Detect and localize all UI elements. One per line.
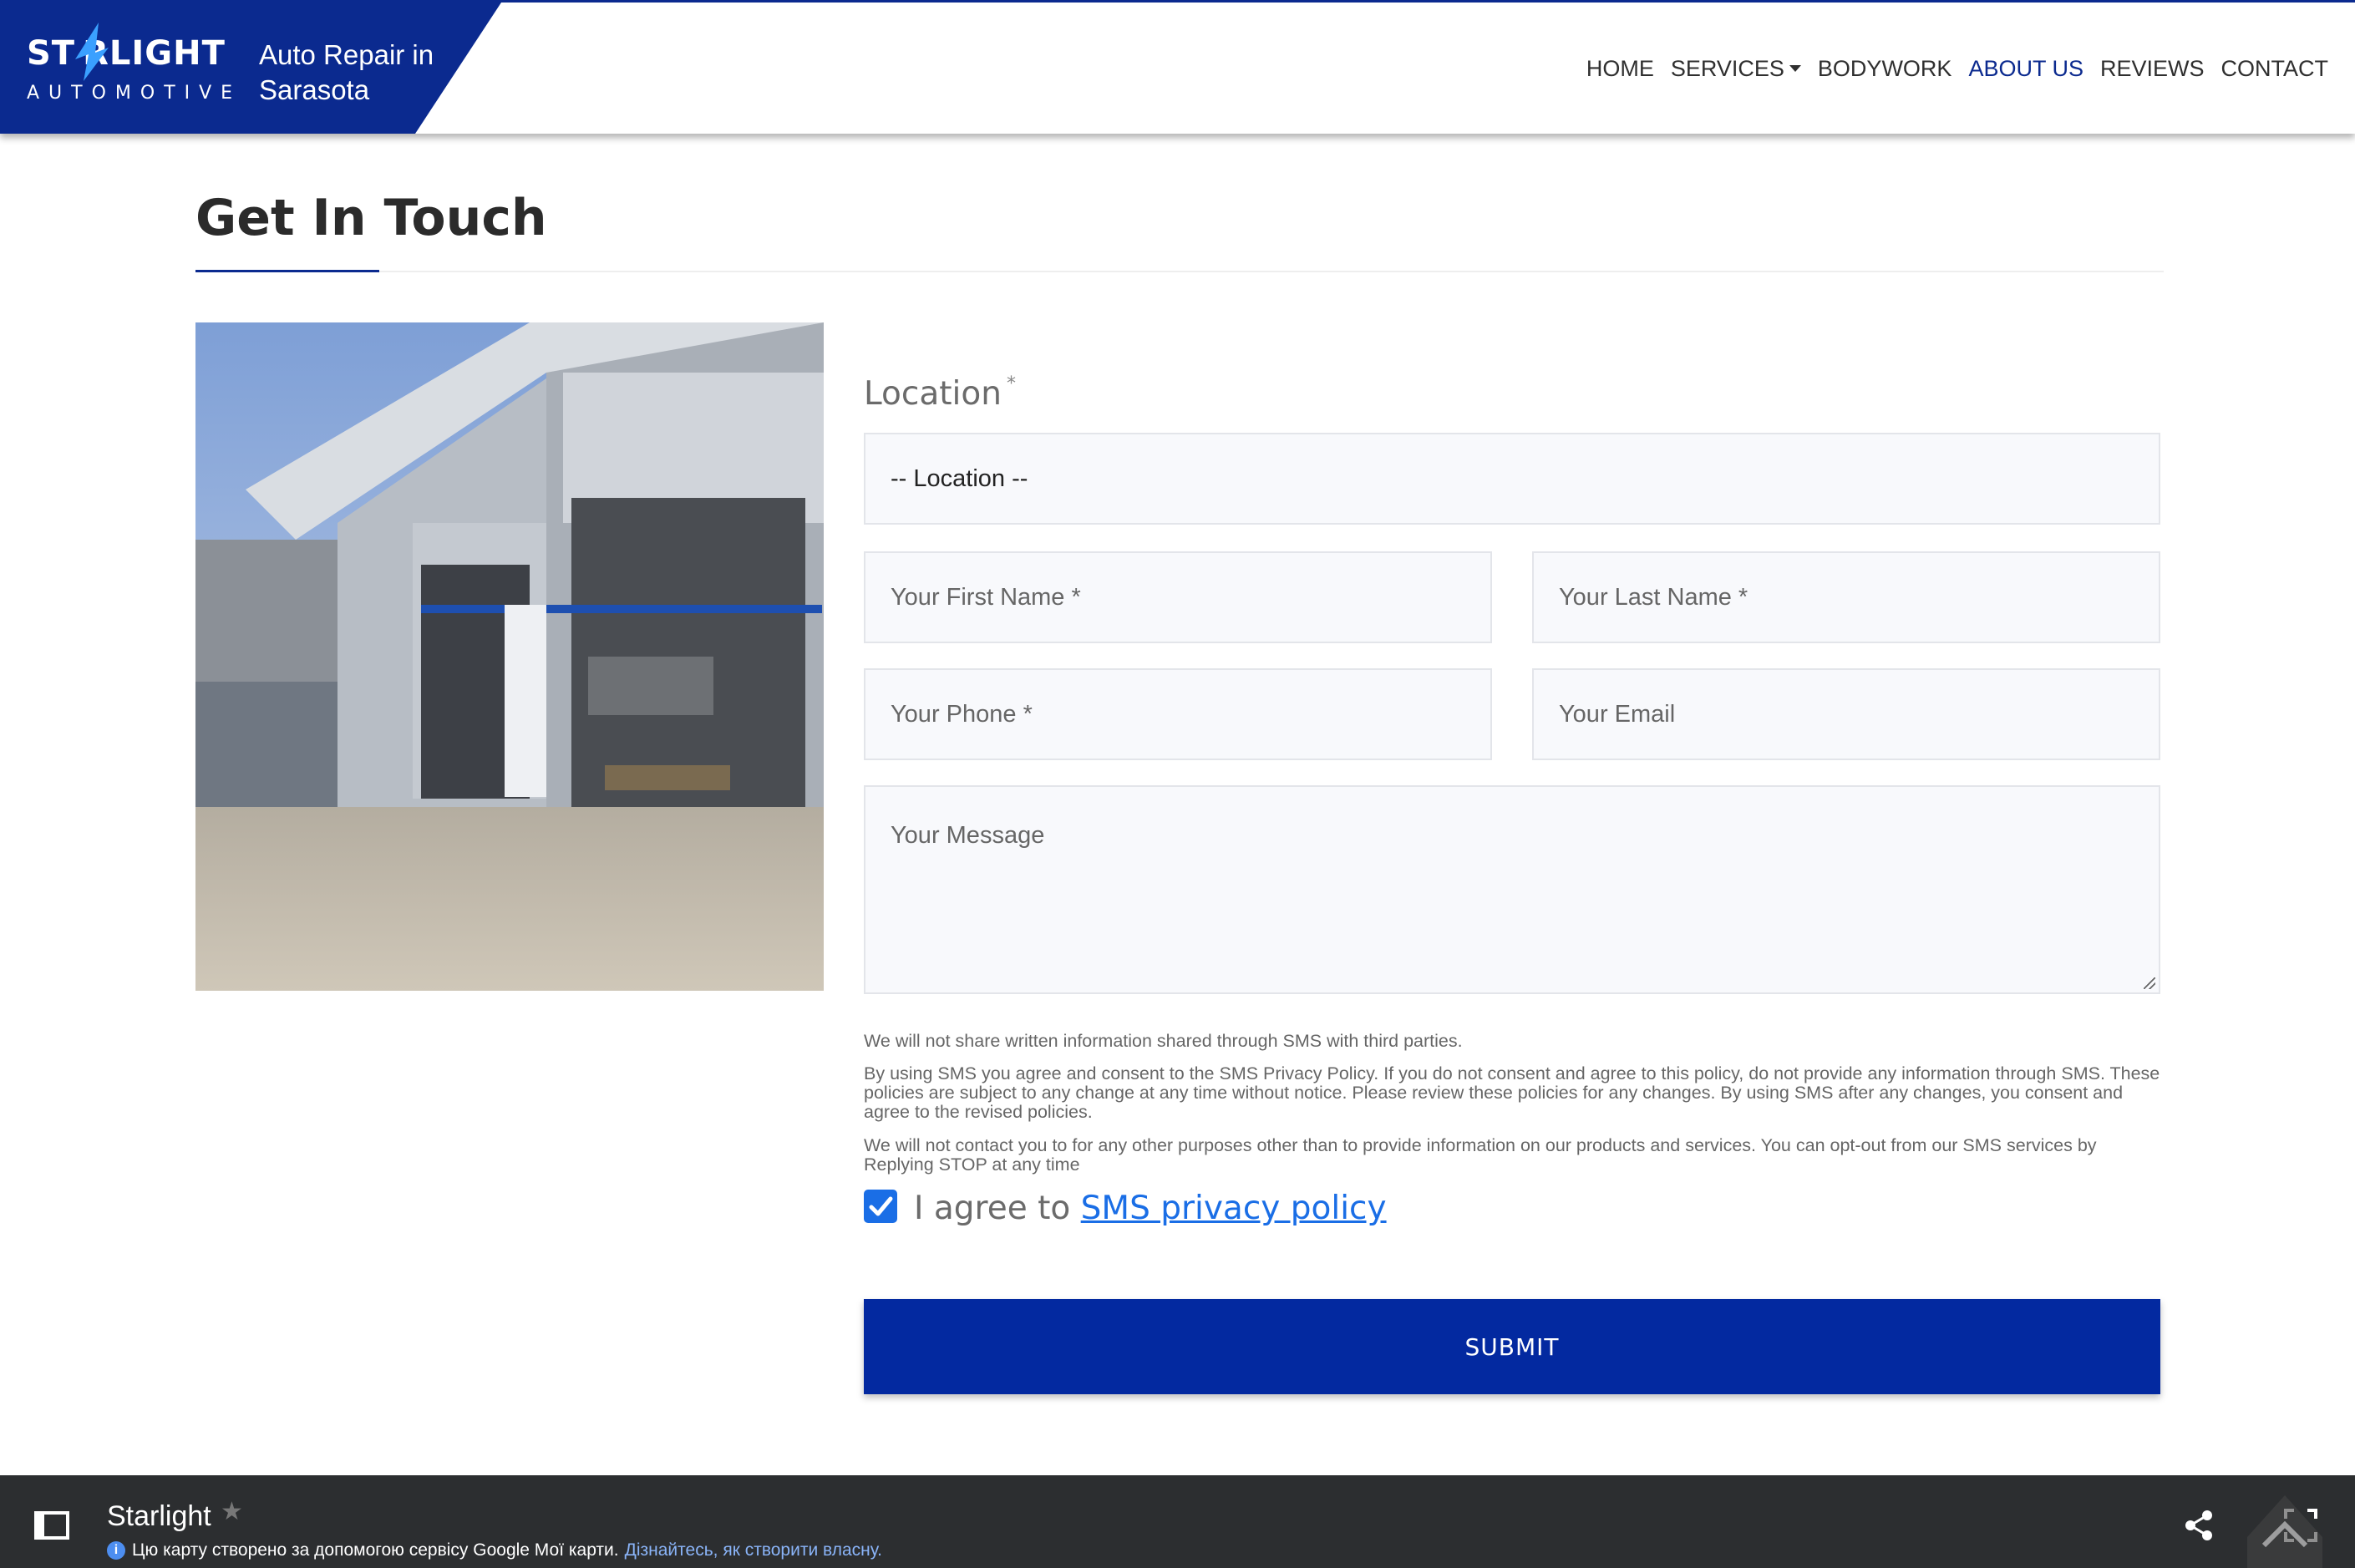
submit-button[interactable]: SUBMIT	[864, 1299, 2160, 1394]
brand-banner[interactable]: ST RLIGHT AUTOMOTIVE Auto Repair in Sara…	[0, 3, 501, 134]
star-icon[interactable]: ★	[221, 1497, 243, 1526]
site-header: ST RLIGHT AUTOMOTIVE Auto Repair in Sara…	[0, 0, 2355, 134]
nav-contact[interactable]: CONTACT	[2221, 56, 2329, 82]
nav-reviews[interactable]: REVIEWS	[2100, 56, 2205, 82]
title-accent-line	[195, 270, 379, 272]
logo-subtitle: AUTOMOTIVE	[27, 83, 242, 104]
sms-privacy-policy-link[interactable]: SMS privacy policy	[1081, 1190, 1387, 1227]
sidebar-toggle-icon[interactable]	[33, 1510, 70, 1540]
map-info-line: i Цю карту створено за допомогою сервісу…	[107, 1540, 882, 1560]
shop-photo	[195, 322, 824, 991]
site-tagline: Auto Repair in Sarasota	[259, 39, 434, 105]
map-learn-link[interactable]: Дізнайтесь, як створити власну.	[625, 1540, 882, 1560]
location-label: Location *	[864, 373, 1016, 413]
required-mark: *	[1006, 373, 1016, 394]
nav-services-label: SERVICES	[1670, 56, 1784, 81]
page-title: Get In Touch	[195, 189, 547, 247]
checkmark-icon	[869, 1196, 893, 1216]
title-divider	[195, 271, 2164, 272]
map-info-text: Цю карту створено за допомогою сервісу G…	[132, 1540, 619, 1560]
scroll-top-icon[interactable]	[2247, 1495, 2322, 1568]
sms-note-opt-out: We will not contact you to for any other…	[864, 1135, 2097, 1175]
map-title: Starlight	[107, 1500, 211, 1532]
info-icon: i	[107, 1541, 125, 1560]
location-label-text: Location	[864, 375, 1002, 413]
share-icon[interactable]	[2182, 1509, 2215, 1542]
logo-star-icon	[75, 23, 109, 81]
agree-prefix: I agree to	[914, 1190, 1081, 1227]
nav-bodywork[interactable]: BODYWORK	[1818, 56, 1952, 82]
phone-field[interactable]: Your Phone *	[864, 668, 1492, 760]
resize-handle-icon[interactable]	[2144, 977, 2155, 989]
main-nav: HOME SERVICES BODYWORK ABOUT US REVIEWS …	[1586, 56, 2328, 82]
email-field[interactable]: Your Email	[1532, 668, 2160, 760]
nav-home[interactable]: HOME	[1586, 56, 1654, 82]
nav-services[interactable]: SERVICES	[1671, 56, 1801, 82]
message-placeholder: Your Message	[891, 822, 1045, 849]
message-textarea[interactable]: Your Message	[864, 785, 2160, 994]
caret-down-icon	[1789, 65, 1801, 72]
sms-agree-label: I agree to SMS privacy policy	[914, 1190, 1387, 1227]
first-name-field[interactable]: Your First Name *	[864, 551, 1492, 643]
nav-about-us[interactable]: ABOUT US	[1968, 56, 2083, 82]
last-name-field[interactable]: Your Last Name *	[1532, 551, 2160, 643]
sms-agree-checkbox[interactable]	[864, 1190, 897, 1223]
sms-note-consent: By using SMS you agree and consent to th…	[864, 1063, 2160, 1122]
map-header-bar: Starlight ★ i Цю карту створено за допом…	[0, 1475, 2355, 1568]
sms-note-third-parties: We will not share written information sh…	[864, 1031, 1463, 1051]
logo-wordmark: ST RLIGHT	[27, 34, 226, 73]
location-select[interactable]: -- Location --	[864, 433, 2160, 525]
